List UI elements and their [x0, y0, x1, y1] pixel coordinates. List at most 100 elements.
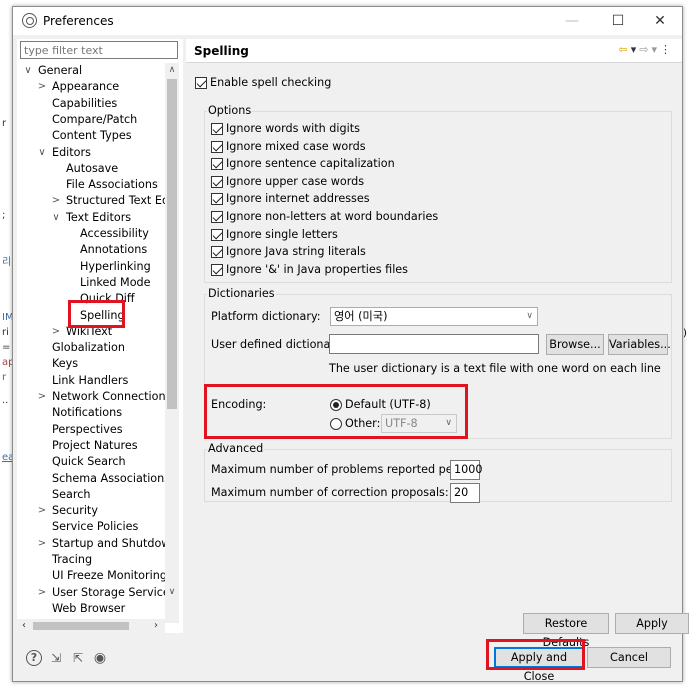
platform-dictionary-label: Platform dictionary: [211, 310, 321, 323]
tree-item-label: File Associations [66, 178, 158, 192]
restore-defaults-button[interactable]: Restore Defaults [523, 613, 609, 649]
collapsed-twisty-icon[interactable]: > [37, 585, 47, 601]
variables-button[interactable]: Variables... [608, 334, 671, 355]
scroll-up-icon[interactable]: ∧ [165, 63, 179, 77]
page-header: Spelling ⇦▾⇨▾⋮ [186, 39, 682, 63]
back-menu-icon[interactable]: ▾ [631, 43, 640, 56]
enable-spell-checking-checkbox[interactable] [195, 77, 207, 89]
expanded-twisty-icon[interactable]: ∨ [51, 210, 61, 226]
window-title: Preferences [43, 14, 114, 28]
tree-item-label: Editors [52, 145, 91, 159]
filter-input[interactable] [20, 41, 178, 59]
tree-item-label: General [38, 64, 83, 77]
help-icon[interactable]: ? [26, 650, 42, 666]
tree-item-label: Linked Mode [80, 275, 151, 289]
user-dictionary-input[interactable] [329, 334, 539, 354]
collapsed-twisty-icon[interactable]: > [37, 389, 47, 405]
tree-item-label: Accessibility [80, 227, 149, 240]
tree-item-label: Keys [52, 357, 79, 371]
dictionaries-group-title: Dictionaries [207, 287, 276, 300]
scroll-thumb[interactable] [33, 622, 129, 630]
scroll-thumb[interactable] [167, 79, 177, 409]
preference-tree: ∨ General > Appearance Capabilities Compare/P… [17, 63, 165, 623]
maximize-button[interactable]: ☐ [596, 7, 640, 35]
view-menu-icon[interactable]: ⋮ [660, 43, 674, 56]
collapsed-twisty-icon[interactable]: > [37, 536, 47, 552]
forward-menu-icon[interactable]: ▾ [651, 43, 660, 56]
page-navigation: ⇦▾⇨▾⋮ [619, 43, 675, 56]
tree-item-label: Startup and Shutdown [52, 536, 165, 550]
option-checkbox[interactable] [211, 193, 223, 206]
tree-item-label: Tracing [52, 553, 93, 566]
tree-vertical-scrollbar[interactable]: ∧ ∨ [165, 63, 179, 623]
expanded-twisty-icon[interactable]: ∨ [23, 63, 33, 79]
encoding-highlight-box [204, 384, 468, 439]
tree-item-label: Web Browser [52, 601, 126, 615]
option-checkbox[interactable] [211, 140, 223, 153]
tree-horizontal-scrollbar[interactable]: ‹ › [17, 619, 165, 633]
spelling-highlight-box [68, 300, 125, 328]
max-problems-input[interactable]: 1000 [450, 460, 482, 480]
tree-item-label: Hyperlinking [80, 259, 151, 273]
title-bar: Preferences — ☐ ✕ [13, 7, 682, 35]
scroll-left-icon[interactable]: ‹ [17, 619, 31, 633]
tree-item-label: Text Editors [66, 210, 132, 224]
option-checkbox[interactable] [211, 123, 223, 135]
tree-item-label: Globalization [52, 341, 125, 355]
option-label: Ignore internet addresses [226, 192, 370, 206]
tree-item-label: Security [52, 504, 98, 518]
tree-item-label: Appearance [52, 80, 120, 94]
collapsed-twisty-icon[interactable]: > [37, 79, 47, 95]
platform-dictionary-select[interactable]: 영어 (미국) ∨ [330, 307, 538, 326]
advanced-group-title: Advanced [207, 442, 265, 455]
enable-spell-checking-label: Enable spell checking [210, 76, 332, 89]
option-checkbox[interactable] [211, 158, 223, 171]
tree-item-label: Content Types [52, 129, 132, 143]
chevron-down-icon: ∨ [526, 311, 533, 321]
tree-item-label: Network Connections [52, 390, 165, 403]
apply-button[interactable]: Apply [615, 613, 689, 634]
close-button[interactable]: ✕ [638, 7, 682, 35]
option-checkbox[interactable] [211, 263, 223, 276]
record-icon[interactable]: ◉ [92, 650, 108, 666]
spelling-page: Spelling ⇦▾⇨▾⋮ Enable spell checking Opt… [186, 39, 689, 649]
background-text: .. [2, 395, 9, 406]
tree-item-label: Compare/Patch [52, 112, 138, 126]
max-proposals-input[interactable]: 20 [450, 483, 480, 503]
background-text: ri [2, 327, 9, 338]
option-checkbox[interactable] [211, 211, 223, 223]
user-dictionary-label: User defined dictionary: [211, 338, 345, 351]
scroll-down-icon[interactable]: ∨ [165, 585, 179, 599]
collapsed-twisty-icon[interactable]: > [51, 324, 61, 340]
collapsed-twisty-icon[interactable]: > [37, 503, 47, 519]
option-checkbox[interactable] [211, 228, 223, 241]
collapsed-twisty-icon[interactable]: > [51, 193, 61, 209]
expanded-twisty-icon[interactable]: ∨ [37, 145, 47, 161]
tree-item-label: Notifications [52, 406, 123, 420]
platform-dictionary-value: 영어 (미국) [334, 310, 388, 323]
back-arrow-icon[interactable]: ⇦ [619, 43, 631, 56]
background-text: ; [2, 210, 6, 221]
preference-tree-panel: ∨ General > Appearance Capabilities Compare/P… [17, 39, 183, 633]
apply-and-close-highlight-box [486, 639, 585, 670]
option-checkbox[interactable] [211, 175, 223, 188]
minimize-button[interactable]: — [550, 7, 594, 35]
max-proposals-label: Maximum number of correction proposals: [211, 486, 449, 499]
background-text: 리 [2, 257, 12, 268]
background-text: r [2, 118, 7, 129]
tree-item-label: Annotations [80, 243, 148, 257]
export-icon[interactable]: ⇱ [70, 650, 86, 666]
option-label: Ignore upper case words [226, 174, 365, 188]
preferences-dialog: Preferences — ☐ ✕ ∨ General > Appearance Cap… [12, 6, 689, 683]
cancel-button[interactable]: Cancel [587, 647, 671, 668]
advanced-group: Advanced Maximum number of problems repo… [204, 442, 672, 503]
option-label: Ignore Java string literals [226, 245, 366, 259]
browse-button[interactable]: Browse... [546, 334, 604, 355]
options-group: Options Ignore words with digits Ignore m… [204, 104, 672, 283]
forward-arrow-icon[interactable]: ⇨ [639, 43, 651, 56]
background-right-strip: ) [682, 0, 693, 688]
scroll-right-icon[interactable]: › [149, 619, 163, 633]
option-checkbox[interactable] [211, 246, 223, 259]
import-icon[interactable]: ⇲ [48, 650, 64, 666]
background-text: = [2, 342, 11, 353]
